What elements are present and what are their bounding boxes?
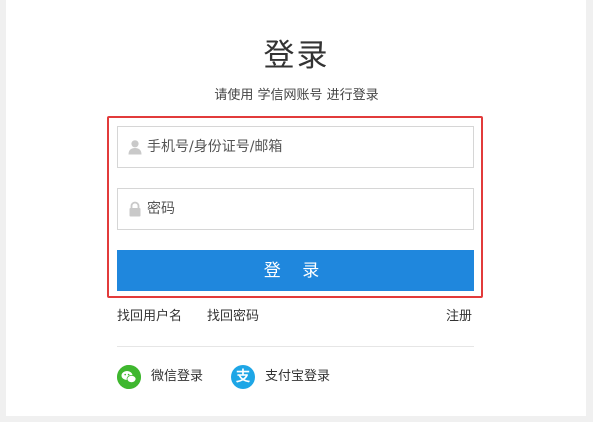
username-placeholder: 手机号/身份证号/邮箱 <box>147 139 283 155</box>
username-field[interactable]: 手机号/身份证号/邮箱 <box>117 126 474 168</box>
wechat-login-label: 微信登录 <box>151 369 204 384</box>
password-placeholder: 密码 <box>147 201 175 217</box>
divider <box>117 346 474 347</box>
alipay-login-label: 支付宝登录 <box>265 369 331 384</box>
find-username-link[interactable]: 找回用户名 <box>117 309 182 325</box>
user-icon <box>128 140 142 155</box>
find-password-link[interactable]: 找回密码 <box>207 309 259 325</box>
lock-icon <box>129 201 141 217</box>
page-title: 登录 <box>263 38 330 74</box>
wechat-icon <box>117 365 141 389</box>
alipay-icon: 支 <box>231 365 255 389</box>
page-subtitle: 请使用 学信网账号 进行登录 <box>214 88 379 103</box>
password-field[interactable]: 密码 <box>117 188 474 230</box>
register-link[interactable]: 注册 <box>446 309 472 325</box>
alipay-icon-glyph: 支 <box>236 369 250 385</box>
login-button[interactable]: 登 录 <box>117 250 474 291</box>
